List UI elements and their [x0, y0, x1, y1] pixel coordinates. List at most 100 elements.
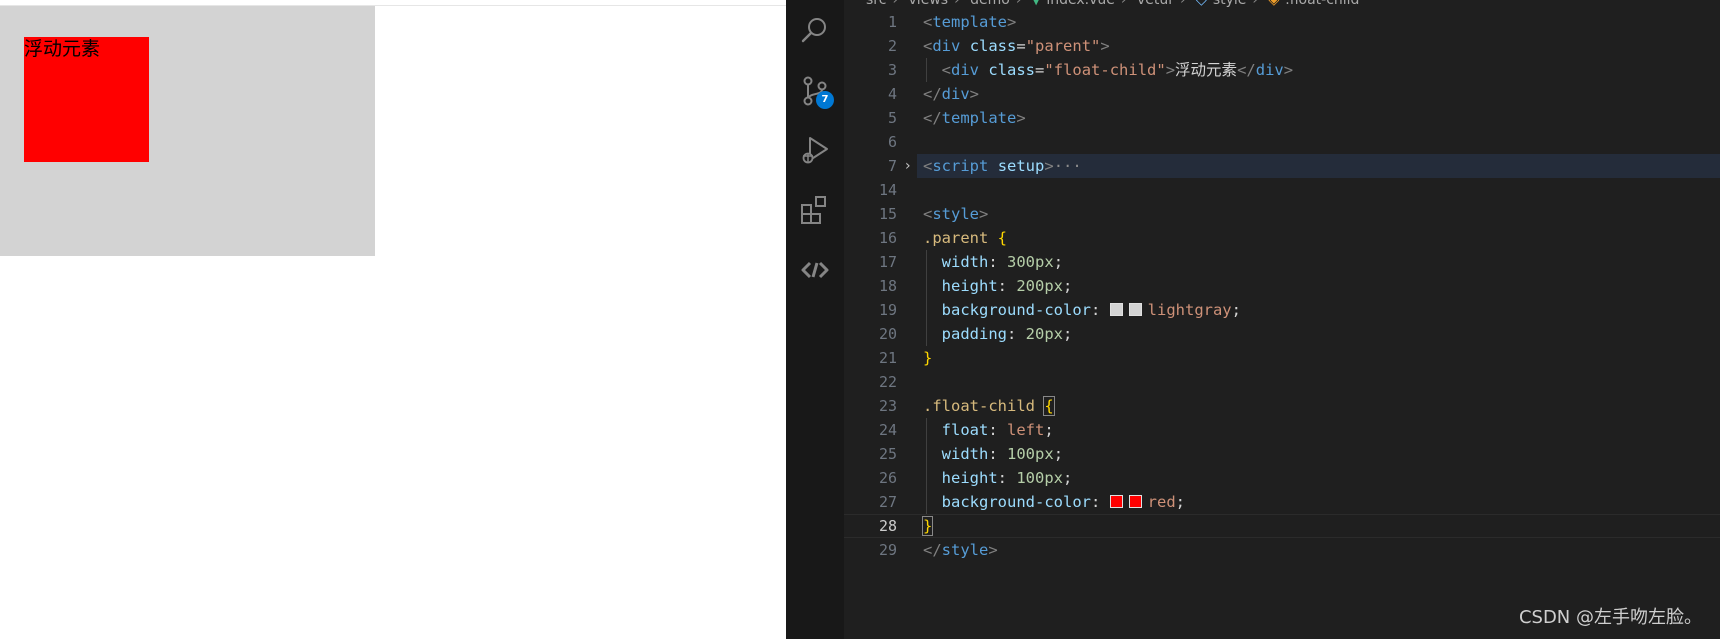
color-swatch[interactable] [1109, 303, 1123, 316]
code-token: padding [941, 325, 1007, 343]
code-token: </ [923, 85, 942, 103]
code-editor[interactable]: src › views › demo › ▼ index.vue › vetur › ◇ st… [844, 0, 1720, 639]
code-line[interactable]: 4 </div> [844, 82, 1720, 106]
line-number: 27 [878, 493, 897, 511]
code-token: } [923, 349, 933, 367]
activity-bar: 7 [786, 0, 844, 639]
search-icon[interactable] [799, 14, 831, 46]
color-swatch[interactable] [1109, 495, 1123, 508]
fold-chevron-icon[interactable]: › [905, 154, 911, 178]
code-text: <script setup>··· [917, 154, 1720, 178]
line-number: 2 [887, 37, 897, 55]
line-number: 14 [878, 181, 897, 199]
code-token: ; [1053, 445, 1064, 463]
code-line[interactable]: 26 height: 100px; [844, 466, 1720, 490]
breadcrumb-item[interactable]: vetur [1137, 0, 1174, 8]
code-token: script [932, 157, 989, 175]
code-line[interactable]: 25 width: 100px; [844, 442, 1720, 466]
code-line[interactable]: 5 </template> [844, 106, 1720, 130]
class-symbol-icon: ◈ [1268, 0, 1280, 8]
breadcrumb-item[interactable]: views [909, 0, 949, 8]
code-token: { [1043, 396, 1055, 416]
breadcrumb-separator-icon: › [1120, 0, 1127, 8]
breadcrumb-item[interactable]: demo [970, 0, 1010, 8]
breadcrumb-item[interactable]: .float-child [1285, 0, 1359, 8]
code-token: : [997, 469, 1017, 487]
remote-explorer-icon[interactable] [799, 254, 831, 286]
code-token: > [1044, 157, 1054, 175]
code-text: } [917, 346, 1720, 370]
code-line[interactable]: 24 float: left; [844, 418, 1720, 442]
code-token: style [932, 205, 980, 223]
code-text: background-color: lightgray; [917, 298, 1720, 322]
browser-preview: 浮动元素 [0, 0, 786, 639]
code-token: } [921, 516, 934, 536]
code-token: class [969, 37, 1017, 55]
code-line[interactable]: 16 .parent { [844, 226, 1720, 250]
breadcrumb-item[interactable]: index.vue [1046, 0, 1115, 8]
code-text: .float-child { [917, 394, 1720, 418]
breadcrumb-item[interactable]: style [1213, 0, 1247, 8]
float-child-box: 浮动元素 [24, 37, 149, 162]
code-token: </ [923, 109, 942, 127]
code-line[interactable]: 17 width: 300px; [844, 250, 1720, 274]
code-line[interactable]: 20 padding: 20px; [844, 322, 1720, 346]
breadcrumb-item[interactable]: src [866, 0, 886, 8]
code-line[interactable]: 21} [844, 346, 1720, 370]
vscode-window: 7 src › views › demo › ▼ index.vue › vetur › ◇… [786, 0, 1720, 639]
code-token: height [941, 277, 998, 295]
line-number: 23 [878, 397, 897, 415]
breadcrumb-separator-icon: › [1252, 0, 1259, 8]
code-token: < [923, 205, 933, 223]
code-token: = [1035, 61, 1045, 79]
code-token: ··· [1053, 157, 1082, 175]
code-line[interactable]: 22 [844, 370, 1720, 394]
code-line[interactable]: 27 background-color: red; [844, 490, 1720, 514]
run-debug-icon[interactable] [799, 134, 831, 166]
line-number: 7 [887, 157, 897, 175]
code-text: <template> [917, 10, 1720, 34]
code-token: div [932, 37, 961, 55]
line-number: 28 [878, 517, 897, 535]
code-token: 300px [1007, 253, 1054, 271]
code-text: background-color: red; [917, 490, 1720, 514]
code-line[interactable]: 29 </style> [844, 538, 1720, 562]
code-line[interactable]: 15 <style> [844, 202, 1720, 226]
code-line[interactable]: 2 <div class="parent"> [844, 34, 1720, 58]
line-number: 4 [887, 85, 897, 103]
code-token: ; [1063, 469, 1073, 487]
code-line[interactable]: 3 <div class="float-child">浮动元素</div> [844, 58, 1720, 82]
code-line[interactable]: 28} [844, 514, 1720, 538]
code-line[interactable]: 18 height: 200px; [844, 274, 1720, 298]
vue-file-icon: ▼ [1031, 0, 1041, 7]
code-token: < [941, 61, 952, 79]
code-token: 浮动元素 [1175, 61, 1238, 79]
code-token: background-color [941, 493, 1091, 511]
code-token: template [941, 109, 1017, 127]
color-swatch[interactable] [1128, 495, 1142, 508]
code-token: 20px [1025, 325, 1063, 343]
code-token: : [1090, 493, 1110, 511]
code-line[interactable]: 23 .float-child { [844, 394, 1720, 418]
code-line[interactable]: 14 [844, 178, 1720, 202]
code-line[interactable]: 19 background-color: lightgray; [844, 298, 1720, 322]
code-token: </ [1237, 61, 1256, 79]
code-line[interactable]: 7 › <script setup>··· [844, 154, 1720, 178]
code-line[interactable]: 1 <template> [844, 10, 1720, 34]
extensions-icon[interactable] [799, 194, 831, 226]
code-token: 100px [1016, 469, 1064, 487]
color-swatch[interactable] [1128, 303, 1142, 316]
code-token: ; [1063, 325, 1073, 343]
code-text: </div> [917, 82, 1720, 106]
line-number: 20 [878, 325, 897, 343]
code-line[interactable]: 6 [844, 130, 1720, 154]
line-number: 29 [878, 541, 897, 559]
